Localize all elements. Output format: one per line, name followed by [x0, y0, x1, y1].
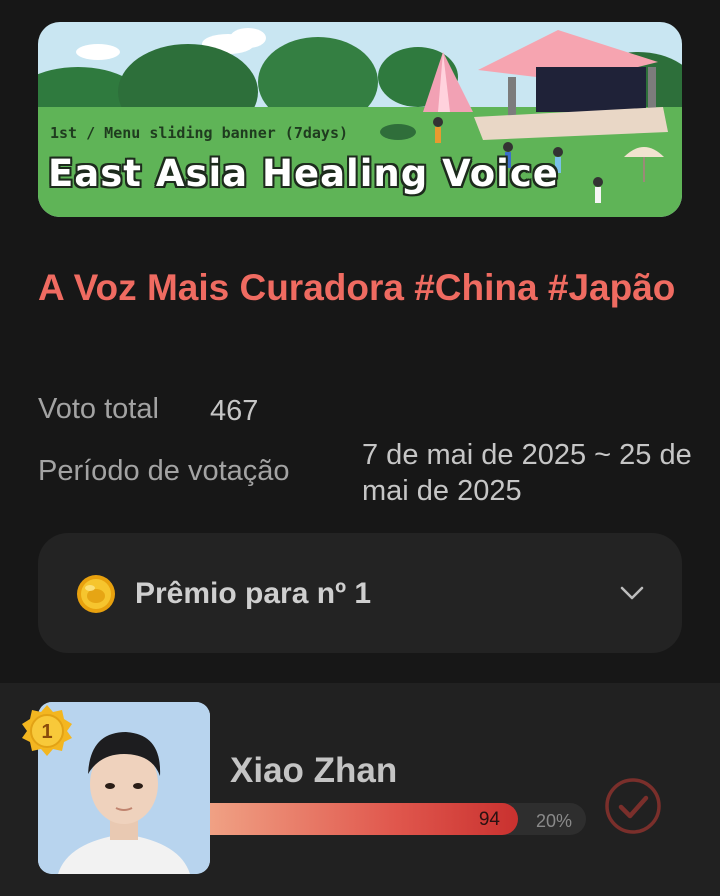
prize-label: Prêmio para nº 1	[135, 577, 372, 610]
event-banner[interactable]: 1st / Menu sliding banner (7days) East A…	[38, 22, 682, 217]
voting-period-label: Período de votação	[38, 455, 290, 487]
banner-caption: 1st / Menu sliding banner (7days)	[50, 124, 349, 142]
candidate-list: 1 Xiao Zhan 94 20%	[0, 683, 720, 896]
vote-progress-bar: 94	[210, 803, 586, 835]
total-votes-value: 467	[210, 395, 259, 427]
voting-period-value: 7 de mai de 2025 ~ 25 de mai de 2025	[362, 439, 692, 507]
vote-percent: 20%	[536, 811, 573, 831]
banner-title: East Asia Healing Voice	[48, 152, 559, 195]
candidate-name: Xiao Zhan	[230, 751, 398, 790]
check-circle-icon[interactable]	[604, 777, 662, 835]
prize-dropdown[interactable]: Prêmio para nº 1	[38, 533, 682, 653]
coin-icon	[77, 575, 115, 613]
chevron-down-icon	[620, 586, 644, 600]
rank-medal-icon: 1	[22, 705, 72, 756]
event-title: A Voz Mais Curadora #China #Japão	[38, 267, 676, 308]
vote-count: 94	[478, 809, 500, 830]
total-votes-label: Voto total	[38, 393, 159, 425]
rank-number: 1	[41, 721, 52, 743]
